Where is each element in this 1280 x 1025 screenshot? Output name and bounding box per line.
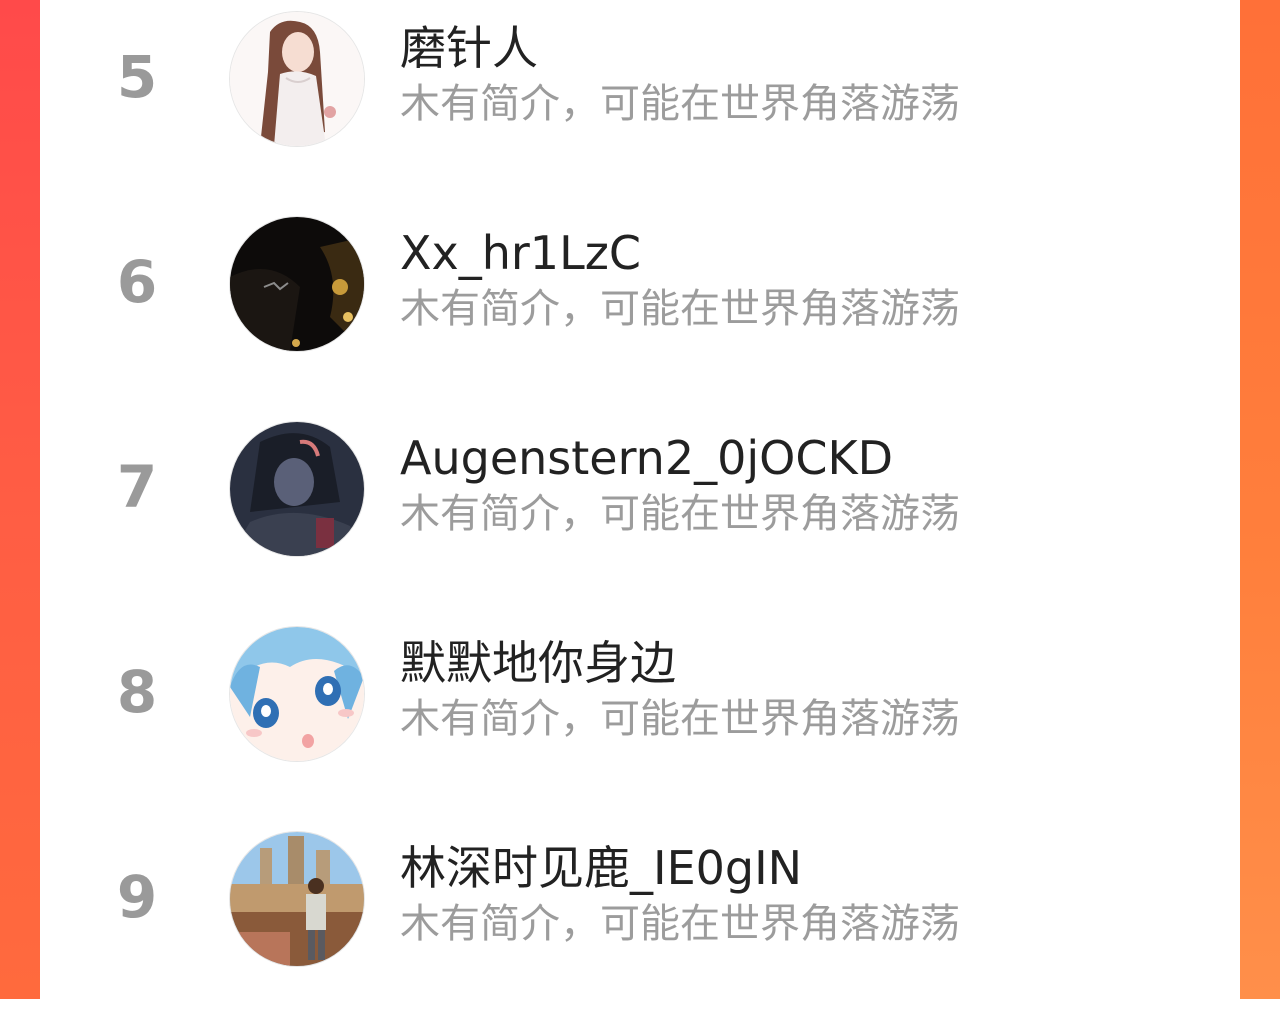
- user-name[interactable]: 林深时见鹿_IE0gIN: [400, 840, 802, 896]
- user-bio: 木有简介，可能在世界角落游荡: [400, 286, 960, 332]
- user-bio: 木有简介，可能在世界角落游荡: [400, 901, 960, 947]
- rank-number: 7: [116, 453, 158, 521]
- dark-photo-avatar-icon[interactable]: [230, 217, 364, 351]
- anime-girl-avatar-icon[interactable]: [230, 12, 364, 146]
- user-name[interactable]: 磨针人: [400, 20, 538, 76]
- user-name[interactable]: 默默地你身边: [400, 635, 676, 691]
- user-bio: 木有简介，可能在世界角落游荡: [400, 81, 960, 127]
- dark-warrior-avatar-icon[interactable]: [230, 422, 364, 556]
- ranking-row[interactable]: 9 林深时见鹿_IE0gIN 木有简介，可能在世界角落游荡: [40, 820, 1240, 1025]
- user-bio: 木有简介，可能在世界角落游荡: [400, 696, 960, 742]
- rank-number: 6: [116, 248, 158, 316]
- ranking-row[interactable]: 6 Xx_hr1LzC 木有简介，可能在世界角落游荡: [40, 205, 1240, 410]
- ranking-list: 5 磨针人 木有简介，可能在世界角落游荡 6 Xx_hr1LzC 木有简介，可能…: [40, 0, 1240, 999]
- rank-number: 9: [116, 863, 158, 931]
- left-gradient-border: [0, 0, 40, 999]
- ranking-row[interactable]: 7 Augenstern2_0jOCKD 木有简介，可能在世界角落游荡: [40, 410, 1240, 615]
- rank-number: 5: [116, 43, 158, 111]
- rank-number: 8: [116, 658, 158, 726]
- right-gradient-border: [1240, 0, 1280, 999]
- user-name[interactable]: Xx_hr1LzC: [400, 225, 641, 281]
- user-name[interactable]: Augenstern2_0jOCKD: [400, 430, 893, 486]
- user-bio: 木有简介，可能在世界角落游荡: [400, 491, 960, 537]
- travel-photo-avatar-icon[interactable]: [230, 832, 364, 966]
- ranking-row[interactable]: 8 默默地你身边 木有简介，可能在世界角落游荡: [40, 615, 1240, 820]
- ranking-row[interactable]: 5 磨针人 木有简介，可能在世界角落游荡: [40, 0, 1240, 205]
- anime-face-avatar-icon[interactable]: [230, 627, 364, 761]
